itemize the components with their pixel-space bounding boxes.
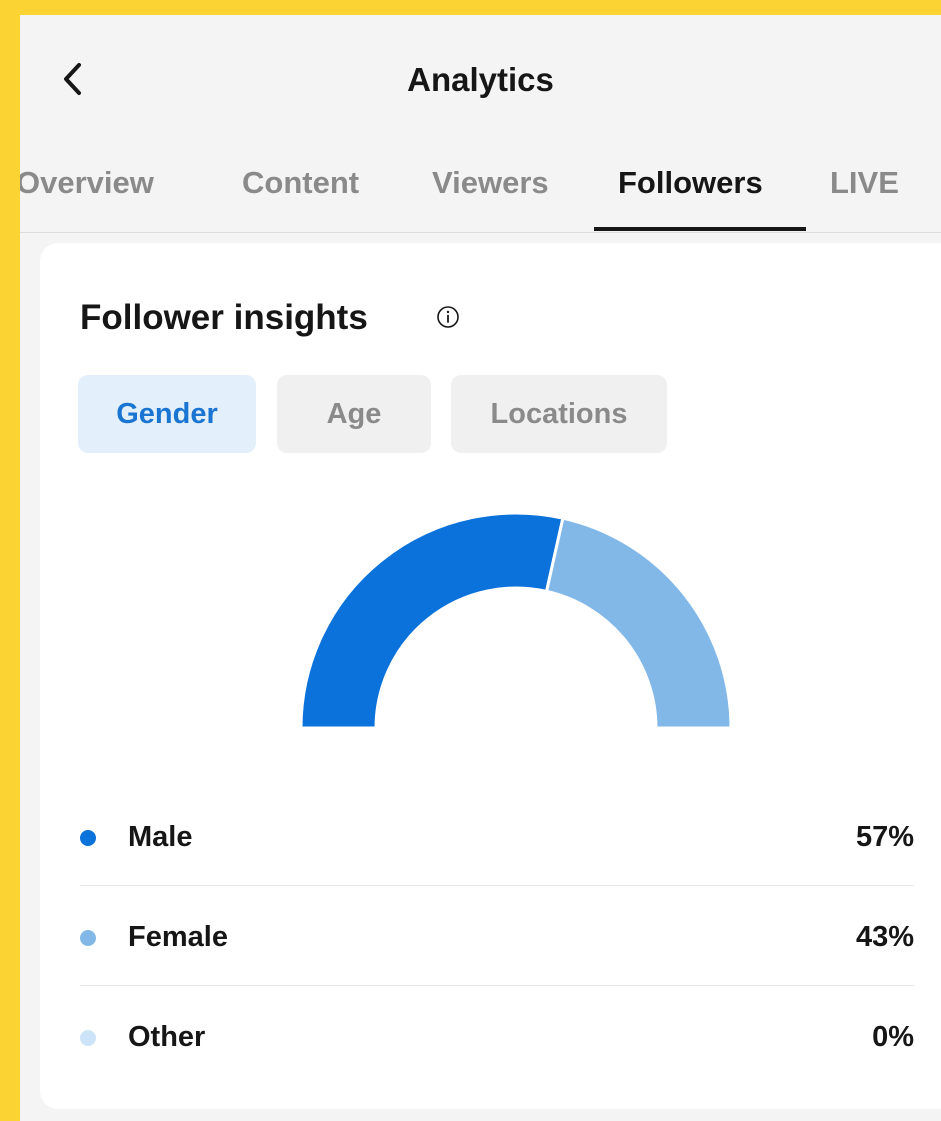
divider	[80, 885, 914, 886]
filter-age[interactable]: Age	[277, 375, 431, 453]
card-title: Follower insights	[80, 298, 368, 337]
page-title: Analytics	[407, 61, 554, 98]
info-circle-icon[interactable]	[436, 305, 460, 329]
legend-row-female: Female 43%	[80, 888, 914, 988]
active-tab-indicator	[594, 227, 806, 231]
legend-value-female: 43%	[855, 921, 914, 953]
tab-content[interactable]: Content	[242, 165, 359, 201]
divider	[80, 985, 914, 986]
gender-half-donut-chart	[299, 513, 733, 730]
legend-row-male: Male 57%	[80, 788, 914, 888]
legend-value-other: 0%	[872, 1021, 914, 1053]
legend-row-other: Other 0%	[80, 988, 914, 1088]
legend-value-male: 57%	[855, 821, 914, 853]
chart-slice-female	[544, 516, 733, 730]
filter-gender[interactable]: Gender	[78, 375, 256, 453]
legend-dot-female	[80, 930, 96, 946]
tab-viewers[interactable]: Viewers	[432, 165, 549, 201]
legend-label-female: Female	[128, 921, 228, 953]
tab-bar: Overview Content Viewers Followers LIVE	[20, 135, 941, 233]
legend-dot-other	[80, 1030, 96, 1046]
legend-dot-male	[80, 830, 96, 846]
legend-label-male: Male	[128, 821, 193, 853]
filter-locations[interactable]: Locations	[451, 375, 667, 453]
tab-live[interactable]: LIVE	[830, 165, 899, 201]
follower-insights-card: Follower insights Gender Age Locations M…	[40, 243, 941, 1109]
tab-overview[interactable]: Overview	[20, 165, 154, 201]
legend-label-other: Other	[128, 1021, 206, 1053]
analytics-screen: Analytics Overview Content Viewers Follo…	[20, 15, 941, 1121]
header: Analytics	[20, 15, 941, 135]
tab-followers[interactable]: Followers	[618, 165, 763, 201]
chart-slice-male	[299, 513, 565, 730]
